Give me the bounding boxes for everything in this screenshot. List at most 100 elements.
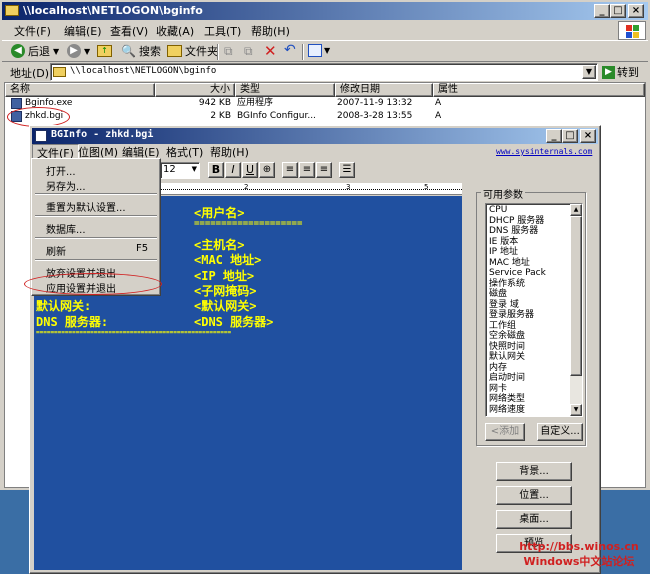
menu-reset-defaults[interactable]: 重置为默认设置... xyxy=(46,199,126,214)
align-right-button[interactable]: ≡ xyxy=(316,162,332,178)
underline-button[interactable]: U xyxy=(242,162,258,178)
bginfo-menu-help[interactable]: 帮助(H) xyxy=(206,144,253,161)
italic-button[interactable]: I xyxy=(225,162,241,178)
param-item[interactable]: 默认网关 xyxy=(487,352,569,363)
custom-button[interactable]: 自定义... xyxy=(537,423,583,441)
folders-label: 文件夹 xyxy=(185,45,218,58)
file-attr: A xyxy=(435,111,442,121)
file-type: BGInfo Configur... xyxy=(237,111,316,121)
column-header-name[interactable]: 名称 xyxy=(5,83,155,97)
toolbar-separator xyxy=(217,44,219,60)
background-button[interactable]: 背景... xyxy=(496,462,572,481)
param-item[interactable]: DNS 服务器 xyxy=(487,226,569,237)
file-row[interactable]: zhkd.bgi 2 KB BGInfo Configur... 2008-3-… xyxy=(5,110,645,123)
param-item[interactable]: 磁盘 xyxy=(487,289,569,300)
menu-favorites[interactable]: 收藏(A) xyxy=(152,23,198,40)
param-item[interactable]: 网络速度 xyxy=(487,405,569,416)
param-item[interactable]: 内存 xyxy=(487,363,569,374)
desktop-button[interactable]: 桌面... xyxy=(496,510,572,529)
param-item[interactable]: 登录 域 xyxy=(487,300,569,311)
back-button[interactable]: ◀ 后退 ▼ xyxy=(8,41,62,61)
views-icon[interactable] xyxy=(308,44,322,57)
param-item[interactable]: 操作系统 xyxy=(487,279,569,290)
menu-edit[interactable]: 编辑(E) xyxy=(60,23,106,40)
folder-icon xyxy=(53,67,66,77)
bginfo-titlebar[interactable]: BGInfo - zhkd.bgi _ □ × xyxy=(32,128,598,144)
menu-file[interactable]: 文件(F) xyxy=(10,23,55,40)
params-scrollbar[interactable]: ▲ ▼ xyxy=(570,204,582,416)
color-button[interactable]: ⊕ xyxy=(259,162,275,178)
sysinternals-link[interactable]: www.sysinternals.com xyxy=(496,147,592,156)
param-item[interactable]: Service Pack xyxy=(487,268,569,279)
param-item[interactable]: 快照时间 xyxy=(487,342,569,353)
position-button[interactable]: 位置... xyxy=(496,486,572,505)
move-to-icon[interactable]: ⧉ xyxy=(224,44,233,59)
column-header-size[interactable]: 大小 xyxy=(155,83,235,97)
menu-database[interactable]: 数据库... xyxy=(46,221,86,236)
undo-icon[interactable]: ↶ xyxy=(284,42,296,58)
chevron-down-icon[interactable]: ▼ xyxy=(324,46,330,55)
explorer-menubar: 文件(F) 编辑(E) 查看(V) 收藏(A) 工具(T) 帮助(H) xyxy=(2,21,648,40)
folders-button[interactable]: 文件夹 xyxy=(164,41,221,61)
param-item[interactable]: DHCP 服务器 xyxy=(487,216,569,227)
bginfo-maximize-button[interactable]: □ xyxy=(562,129,578,143)
file-attr: A xyxy=(435,98,442,108)
forward-button[interactable]: ▶ ▼ xyxy=(64,41,93,61)
close-button[interactable]: × xyxy=(628,4,644,18)
param-item[interactable]: 登录服务器 xyxy=(487,310,569,321)
explorer-title: \\localhost\NETLOGON\bginfo xyxy=(23,4,203,17)
column-header-attr[interactable]: 属性 xyxy=(433,83,645,97)
go-label: 转到 xyxy=(617,66,639,79)
param-item[interactable]: MAC 地址 xyxy=(487,258,569,269)
go-button[interactable]: ▶ 转到 xyxy=(602,63,648,81)
menu-tools[interactable]: 工具(T) xyxy=(200,23,245,40)
font-size-select[interactable]: 12 ▼ xyxy=(160,162,200,179)
maximize-button[interactable]: □ xyxy=(610,4,626,18)
address-dropdown-button[interactable]: ▼ xyxy=(582,65,596,79)
param-item[interactable]: 网络类型 xyxy=(487,394,569,405)
scroll-thumb[interactable] xyxy=(570,216,582,376)
bullets-button[interactable]: ☰ xyxy=(339,162,355,178)
up-folder-icon: ↑ xyxy=(97,45,112,57)
menu-save-as[interactable]: 另存为... xyxy=(46,178,86,193)
explorer-titlebar[interactable]: \\localhost\NETLOGON\bginfo _ □ × xyxy=(2,2,648,20)
align-center-button[interactable]: ≡ xyxy=(299,162,315,178)
search-icon: 🔍 xyxy=(121,44,136,58)
param-item[interactable]: 空余磁盘 xyxy=(487,331,569,342)
align-left-button[interactable]: ≡ xyxy=(282,162,298,178)
menu-open[interactable]: 打开... xyxy=(46,163,76,178)
params-listbox[interactable]: CPU DHCP 服务器 DNS 服务器 IE 版本 IP 地址 MAC 地址 Servic… xyxy=(485,203,583,417)
param-item[interactable]: 启动时间 xyxy=(487,373,569,384)
address-input[interactable]: \\localhost\NETLOGON\bginfo ▼ xyxy=(50,63,598,81)
param-item[interactable]: IE 版本 xyxy=(487,237,569,248)
forward-arrow-icon: ▶ xyxy=(67,44,81,58)
minimize-button[interactable]: _ xyxy=(594,4,610,18)
scroll-up-button[interactable]: ▲ xyxy=(570,204,582,216)
up-folder-button[interactable]: ↑ xyxy=(94,41,115,61)
search-label: 搜索 xyxy=(138,45,161,58)
copy-to-icon[interactable]: ⧉ xyxy=(244,44,253,59)
bginfo-menu-format[interactable]: 格式(T) xyxy=(162,144,207,161)
bginfo-close-button[interactable]: × xyxy=(580,129,596,143)
add-button[interactable]: <添加 xyxy=(485,423,525,441)
menu-view[interactable]: 查看(V) xyxy=(106,23,152,40)
column-header-date[interactable]: 修改日期 xyxy=(335,83,433,97)
scroll-down-button[interactable]: ▼ xyxy=(570,404,582,416)
column-header-type[interactable]: 类型 xyxy=(235,83,335,97)
delete-icon[interactable]: ✕ xyxy=(264,42,277,60)
column-headers: 名称 大小 类型 修改日期 属性 xyxy=(5,83,645,97)
address-value: \\localhost\NETLOGON\bginfo xyxy=(70,66,217,76)
chevron-down-icon: ▼ xyxy=(191,165,197,173)
bginfo-minimize-button[interactable]: _ xyxy=(546,129,562,143)
file-row[interactable]: Bginfo.exe 942 KB 应用程序 2007-11-9 13:32 A xyxy=(5,97,645,110)
param-item[interactable]: 工作组 xyxy=(487,321,569,332)
menu-refresh[interactable]: 刷新 xyxy=(46,243,66,258)
param-item[interactable]: IP 地址 xyxy=(487,247,569,258)
param-item[interactable]: CPU xyxy=(487,205,569,216)
menu-help[interactable]: 帮助(H) xyxy=(247,23,294,40)
menu-refresh-shortcut: F5 xyxy=(136,243,149,254)
bold-button[interactable]: B xyxy=(208,162,224,178)
param-item[interactable]: 网卡 xyxy=(487,384,569,395)
chevron-down-icon: ▼ xyxy=(84,46,91,56)
search-button[interactable]: 🔍 搜索 xyxy=(118,41,164,61)
